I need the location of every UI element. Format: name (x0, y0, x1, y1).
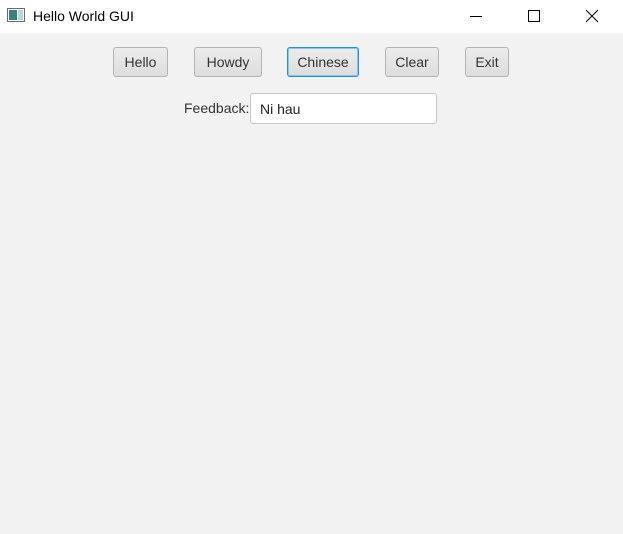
close-icon (586, 9, 598, 22)
minimize-icon (470, 15, 482, 17)
app-icon (7, 8, 25, 22)
title-bar[interactable]: Hello World GUI (0, 0, 623, 33)
close-button[interactable] (569, 0, 615, 31)
clear-button[interactable]: Clear (385, 47, 439, 77)
exit-button[interactable]: Exit (465, 47, 509, 77)
window-title: Hello World GUI (33, 8, 134, 24)
maximize-icon (528, 9, 540, 22)
feedback-label: Feedback: (184, 100, 250, 116)
hello-button[interactable]: Hello (113, 47, 168, 77)
chinese-button[interactable]: Chinese (287, 47, 359, 77)
feedback-field[interactable] (250, 93, 437, 124)
maximize-button[interactable] (511, 0, 557, 31)
minimize-button[interactable] (453, 0, 499, 31)
howdy-button[interactable]: Howdy (194, 47, 262, 77)
